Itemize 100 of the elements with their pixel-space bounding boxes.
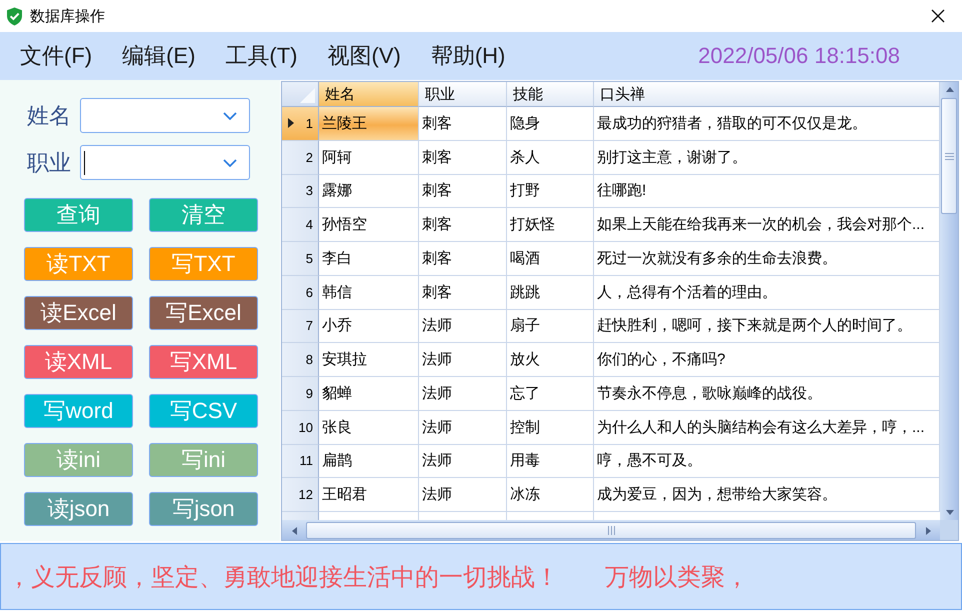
field-label: 姓名 (27, 102, 71, 130)
row-number: 6 (306, 284, 313, 300)
action-button[interactable]: 读Excel (24, 296, 133, 330)
menu-item[interactable]: 工具(T) (225, 41, 298, 71)
row-number: 2 (306, 150, 313, 165)
menu-item[interactable]: 帮助(H) (430, 41, 506, 71)
table-cell: 扁鹊 (319, 444, 419, 478)
table-cell: 成为爱豆，因为，想带给大家笑容。 (594, 478, 940, 512)
table-cell: 跳跳 (507, 276, 594, 310)
table-cell: 杀人 (507, 140, 594, 174)
scroll-thumb[interactable] (941, 98, 957, 214)
triangle-up-icon (944, 85, 954, 94)
row-number: 10 (298, 420, 313, 435)
table-cell: 韩信 (319, 276, 419, 310)
table-cell: 哼，愚不可及。 (594, 444, 940, 478)
row-number: 5 (306, 250, 313, 266)
chevron-down-icon (223, 112, 237, 120)
row-header[interactable]: 3 (282, 174, 319, 208)
table-cell: 扇子 (507, 310, 594, 344)
row-header[interactable]: 4 (282, 208, 319, 242)
close-icon (931, 9, 945, 23)
shield-check-icon (6, 6, 23, 26)
triangle-down-icon (944, 508, 954, 517)
menu-item[interactable]: 视图(V) (328, 41, 401, 71)
table-cell: 放火 (507, 343, 594, 377)
combo-box[interactable] (80, 98, 250, 133)
row-header[interactable]: 11 (282, 444, 319, 478)
window-title: 数据库操作 (30, 6, 105, 26)
table-cell: 张良 (319, 410, 419, 444)
table-cell: 刺客 (419, 140, 507, 174)
row-number: 7 (306, 318, 313, 334)
table-cell: 控制 (507, 410, 594, 444)
column-header[interactable]: 职业 (419, 82, 507, 107)
row-number: 1 (306, 116, 313, 131)
table-cell: 孙悟空 (319, 208, 419, 242)
row-number: 4 (306, 217, 313, 232)
column-header[interactable]: 技能 (507, 82, 594, 107)
table-cell: 法师 (419, 444, 507, 478)
table-cell: 貂蝉 (319, 377, 419, 411)
table-cell: 如果上天能在给我再来一次的机会，我会对那个... (594, 208, 940, 242)
table-cell: 打野 (507, 174, 594, 208)
table-cell: 用毒 (507, 444, 594, 478)
row-number: 9 (306, 386, 313, 401)
table-cell: 露娜 (319, 174, 419, 208)
column-header[interactable]: 姓名 (319, 82, 419, 107)
table-cell: 李白 (319, 242, 419, 276)
table-cell: 你们的心，不痛吗? (594, 343, 940, 377)
table-cell: 打妖怪 (507, 208, 594, 242)
scroll-thumb[interactable] (306, 522, 916, 538)
table-cell: 节奏永不停息，歌咏巅峰的战役。 (594, 377, 940, 411)
menu-item[interactable]: 编辑(E) (122, 41, 196, 71)
marquee-text: 万物以类聚， (605, 562, 749, 592)
row-header[interactable]: 12 (282, 478, 319, 512)
current-row-arrow-icon (288, 118, 294, 128)
table-cell: 法师 (419, 343, 507, 377)
grip-icon (608, 526, 614, 534)
table-cell: 刺客 (419, 242, 507, 276)
scrollbar-corner (940, 520, 958, 540)
row-header[interactable]: 1 (282, 107, 319, 141)
row-header[interactable]: 2 (282, 140, 319, 174)
column-header[interactable]: 口头禅 (594, 82, 940, 107)
combo-box[interactable] (80, 145, 250, 180)
table-cell: 安琪拉 (319, 343, 419, 377)
marquee-text: ，义无反顾，坚定、勇敢地迎接生活中的一切挑战！ (7, 562, 559, 592)
table-cell: 法师 (419, 377, 507, 411)
table-cell: 最成功的狩猎者，猎取的可不仅仅是龙。 (594, 107, 940, 141)
row-header[interactable]: 5 (282, 242, 319, 276)
row-number: 12 (298, 487, 313, 502)
table-cell: 忘了 (507, 377, 594, 411)
table-cell: 刺客 (419, 174, 507, 208)
table-cell: 别打这主意，谢谢了。 (594, 140, 940, 174)
table-cell: 往哪跑! (594, 174, 940, 208)
row-header[interactable]: 7 (282, 310, 319, 344)
chevron-down-icon (223, 158, 237, 166)
table-cell: 隐身 (507, 107, 594, 141)
table-cell: 赶快胜利，嗯呵，接下来就是两个人的时间了。 (594, 310, 940, 344)
row-header[interactable]: 10 (282, 410, 319, 444)
row-header[interactable]: 8 (282, 343, 319, 377)
menu-item[interactable]: 文件(F) (20, 41, 92, 71)
table-cell: 死过一次就没有多余的生命去浪费。 (594, 242, 940, 276)
row-header[interactable]: 6 (282, 276, 319, 310)
row-header[interactable]: 9 (282, 377, 319, 411)
row-number: 11 (300, 453, 313, 468)
triangle-right-icon (924, 526, 932, 534)
table-cell: 喝酒 (507, 242, 594, 276)
table-cell: 兰陵王 (319, 107, 419, 141)
action-button[interactable]: 写Excel (149, 296, 258, 330)
table-cell: 法师 (419, 310, 507, 344)
table-cell: 王昭君 (319, 478, 419, 512)
field-label: 职业 (27, 148, 71, 176)
table-cell: 人，总得有个活着的理由。 (594, 276, 940, 310)
table-cell: 刺客 (419, 208, 507, 242)
triangle-left-icon (290, 526, 298, 534)
clock-text: 2022/05/06 18:15:08 (698, 43, 900, 69)
row-number: 8 (306, 352, 313, 368)
table-cell: 为什么人和人的头脑结构会有这么大差异，哼，... (594, 410, 940, 444)
table-cell: 刺客 (419, 276, 507, 310)
row-number: 3 (306, 183, 313, 198)
table-cell: 法师 (419, 478, 507, 512)
grip-icon (944, 152, 954, 160)
